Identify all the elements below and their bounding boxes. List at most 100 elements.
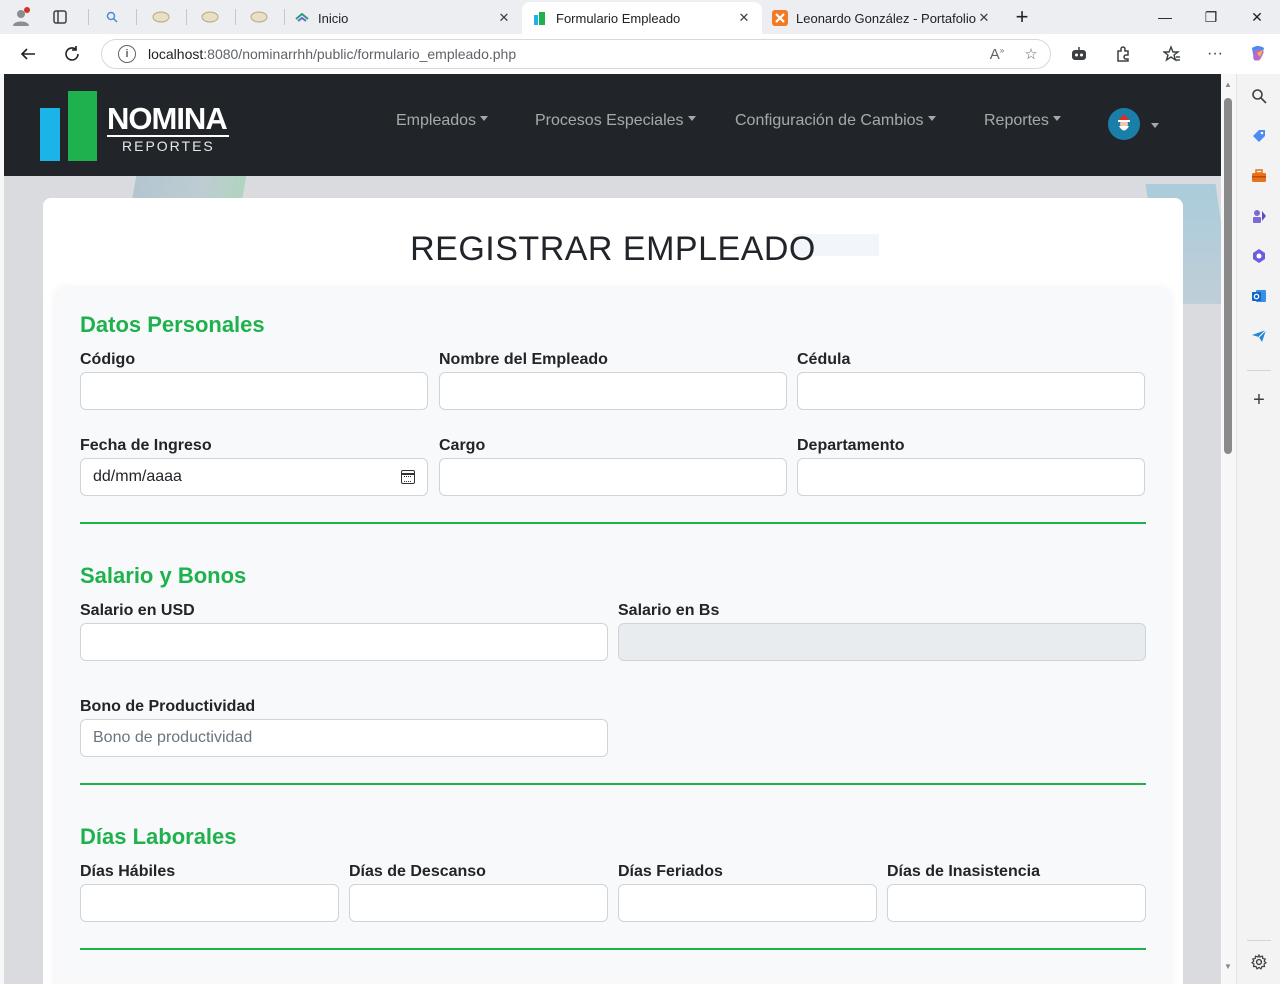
sidebar-search-icon[interactable] bbox=[1248, 85, 1270, 107]
logo-subtitle: REPORTES bbox=[122, 138, 215, 154]
close-tab-icon[interactable]: ✕ bbox=[976, 10, 992, 26]
caret-down-icon bbox=[927, 116, 936, 122]
nombre-empleado-input[interactable] bbox=[439, 372, 787, 410]
form-card: REGISTRAR EMPLEADO Datos Personales Códi… bbox=[43, 198, 1183, 984]
copilot-icon[interactable] bbox=[1244, 42, 1272, 66]
browser-sidebar: + bbox=[1236, 74, 1280, 984]
dias-inasistencia-input[interactable] bbox=[887, 884, 1146, 922]
favorite-star-icon[interactable]: ☆ bbox=[1016, 45, 1046, 63]
app-navbar: NOMINA REPORTES Empleados Procesos Espec… bbox=[4, 74, 1221, 176]
minimize-button[interactable]: — bbox=[1142, 0, 1188, 34]
scroll-down-arrow-icon[interactable]: ▼ bbox=[1224, 962, 1232, 971]
dias-feriados-input[interactable] bbox=[618, 884, 877, 922]
label-departamento: Departamento bbox=[797, 437, 905, 454]
close-tab-icon[interactable]: ✕ bbox=[496, 10, 512, 26]
salario-usd-input[interactable] bbox=[80, 623, 608, 661]
copilot-bot-icon[interactable] bbox=[1065, 42, 1093, 66]
profile-icon[interactable] bbox=[8, 5, 34, 29]
section-divider bbox=[80, 948, 1146, 950]
pinned-tab-search-icon[interactable] bbox=[99, 5, 125, 29]
logo-title: NOMINA bbox=[107, 101, 228, 136]
label-fecha-ingreso: Fecha de Ingreso bbox=[80, 437, 212, 454]
nav-reportes-dropdown[interactable]: Reportes bbox=[984, 112, 1061, 130]
user-menu-caret-icon[interactable] bbox=[1151, 123, 1159, 128]
extensions-icon[interactable] bbox=[1109, 42, 1137, 66]
sidebar-games-icon[interactable] bbox=[1248, 205, 1270, 227]
section-divider bbox=[80, 783, 1146, 785]
label-codigo: Código bbox=[80, 351, 136, 368]
departamento-input[interactable] bbox=[797, 458, 1145, 496]
section-title-dias-laborales: Días Laborales bbox=[80, 824, 237, 849]
label-cargo: Cargo bbox=[439, 437, 486, 454]
label-cedula: Cédula bbox=[797, 351, 851, 368]
browser-tab-bar: Inicio ✕ Formulario Empleado ✕ Leonardo … bbox=[0, 0, 1280, 34]
sidebar-add-icon[interactable]: + bbox=[1248, 389, 1270, 411]
codigo-input[interactable] bbox=[80, 372, 428, 410]
nomina-favicon-icon bbox=[532, 10, 548, 26]
sidebar-send-icon[interactable] bbox=[1248, 325, 1270, 347]
label-nombre-empleado: Nombre del Empleado bbox=[439, 351, 608, 368]
read-aloud-icon[interactable]: A» bbox=[982, 46, 1012, 63]
favorites-icon[interactable] bbox=[1158, 42, 1186, 66]
page-scrollbar[interactable]: ▲ ▼ bbox=[1221, 74, 1235, 984]
dias-habiles-input[interactable] bbox=[80, 884, 339, 922]
fecha-ingreso-input[interactable]: dd/mm/aaaa bbox=[80, 458, 428, 496]
date-placeholder: dd/mm/aaaa bbox=[93, 468, 182, 485]
tab-title: Leonardo González - Portafolio bbox=[796, 10, 976, 26]
xampp-favicon-icon bbox=[772, 10, 788, 26]
tab-actions-icon[interactable] bbox=[47, 5, 73, 29]
tab-title: Formulario Empleado bbox=[556, 10, 681, 26]
pinned-tab-icon[interactable] bbox=[197, 5, 223, 29]
label-bono-productividad: Bono de Productividad bbox=[80, 698, 256, 715]
more-options-icon[interactable]: ··· bbox=[1201, 42, 1229, 66]
tab-inicio[interactable]: Inicio ✕ bbox=[284, 2, 522, 34]
pinned-tab-icon[interactable] bbox=[148, 5, 174, 29]
restore-button[interactable]: ❐ bbox=[1188, 0, 1234, 34]
sidebar-settings-gear-icon[interactable] bbox=[1248, 951, 1270, 973]
section-title-salario-bonos: Salario y Bonos bbox=[80, 563, 247, 588]
section-divider bbox=[80, 522, 1146, 524]
tab-formulario-empleado[interactable]: Formulario Empleado ✕ bbox=[522, 2, 762, 34]
sidebar-tools-icon[interactable] bbox=[1248, 165, 1270, 187]
nomina-logo[interactable]: NOMINA REPORTES bbox=[40, 89, 240, 164]
sidebar-copilot-apps-icon[interactable] bbox=[1248, 245, 1270, 267]
cedula-input[interactable] bbox=[797, 372, 1145, 410]
label-dias-habiles: Días Hábiles bbox=[80, 863, 176, 880]
label-dias-inasistencia: Días de Inasistencia bbox=[887, 863, 1040, 880]
close-tab-icon[interactable]: ✕ bbox=[736, 10, 752, 26]
url-text: localhost:8080/nominarrhh/public/formula… bbox=[148, 46, 517, 62]
cargo-input[interactable] bbox=[439, 458, 787, 496]
label-salario-bs: Salario en Bs bbox=[618, 602, 720, 619]
section-title-datos-personales: Datos Personales bbox=[80, 312, 265, 337]
caret-down-icon bbox=[687, 116, 696, 122]
new-tab-button[interactable]: + bbox=[1009, 4, 1035, 29]
scroll-up-arrow-icon[interactable]: ▲ bbox=[1224, 80, 1232, 89]
dias-descanso-input[interactable] bbox=[349, 884, 608, 922]
caret-down-icon bbox=[1052, 116, 1061, 122]
back-arrow-icon[interactable] bbox=[13, 40, 43, 68]
nav-configuracion-cambios-dropdown[interactable]: Configuración de Cambios bbox=[735, 112, 936, 130]
label-dias-descanso: Días de Descanso bbox=[349, 863, 486, 880]
employee-form: Datos Personales Código Nombre del Emple… bbox=[55, 288, 1171, 984]
user-avatar[interactable] bbox=[1108, 108, 1140, 140]
scrollbar-thumb[interactable] bbox=[1224, 98, 1232, 454]
sidebar-shopping-icon[interactable] bbox=[1248, 125, 1270, 147]
sidebar-outlook-icon[interactable] bbox=[1248, 285, 1270, 307]
site-info-icon[interactable]: i bbox=[118, 45, 136, 63]
address-bar-row: i localhost:8080/nominarrhh/public/formu… bbox=[0, 34, 1280, 74]
url-field[interactable]: i localhost:8080/nominarrhh/public/formu… bbox=[101, 39, 1051, 69]
page-title: REGISTRAR EMPLEADO bbox=[410, 230, 816, 268]
inicio-favicon-icon bbox=[294, 10, 310, 26]
salario-bs-input bbox=[618, 623, 1146, 661]
nav-procesos-especiales-dropdown[interactable]: Procesos Especiales bbox=[535, 112, 696, 130]
reload-icon[interactable] bbox=[57, 40, 87, 68]
nav-empleados-dropdown[interactable]: Empleados bbox=[396, 112, 489, 130]
page-viewport: NOMINA REPORTES Empleados Procesos Espec… bbox=[4, 74, 1221, 984]
pinned-tab-icon[interactable] bbox=[246, 5, 272, 29]
label-dias-feriados: Días Feriados bbox=[618, 863, 723, 880]
calendar-icon[interactable] bbox=[401, 470, 415, 484]
caret-down-icon bbox=[480, 116, 489, 122]
tab-portafolio[interactable]: Leonardo González - Portafolio ✕ bbox=[762, 2, 1002, 34]
close-window-button[interactable]: ✕ bbox=[1234, 0, 1280, 34]
bono-productividad-input[interactable] bbox=[80, 719, 608, 757]
